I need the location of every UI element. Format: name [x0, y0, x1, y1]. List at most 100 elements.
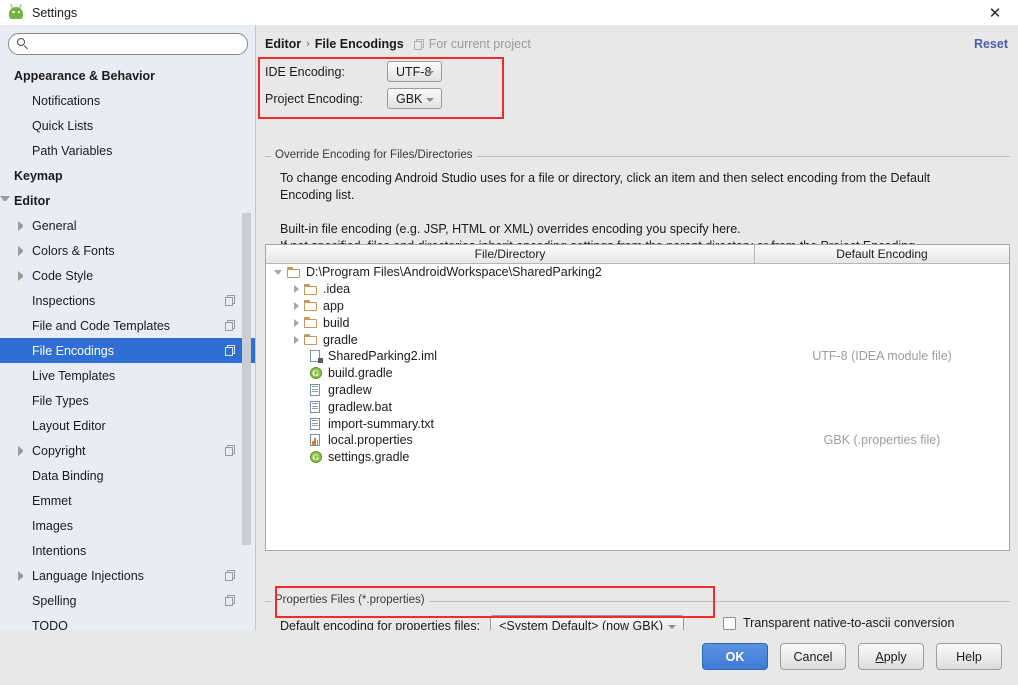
sidebar-item-keymap[interactable]: Keymap — [0, 163, 255, 188]
iml-file-icon — [309, 350, 323, 363]
file-name: settings.gradle — [328, 450, 410, 465]
column-header-file-directory[interactable]: File/Directory — [266, 245, 755, 263]
sidebar-item-file-and-code-templates[interactable]: File and Code Templates — [0, 313, 255, 338]
breadcrumb-parent[interactable]: Editor — [265, 37, 301, 51]
chevron-down-icon[interactable] — [0, 195, 10, 206]
file-encodings-panel: Editor › File Encodings For current proj… — [257, 25, 1018, 636]
table-row[interactable]: gradlew.bat — [266, 398, 1009, 415]
table-row[interactable]: import-summary.txt — [266, 415, 1009, 432]
sidebar-item-colors-fonts[interactable]: Colors & Fonts — [0, 238, 255, 263]
help-button[interactable]: Help — [936, 643, 1002, 670]
ide-encoding-row: IDE Encoding: UTF-8 — [265, 58, 510, 85]
sidebar-item-file-encodings[interactable]: File Encodings — [0, 338, 255, 363]
column-header-default-encoding[interactable]: Default Encoding — [755, 245, 1009, 263]
gradle-file-icon: G — [309, 366, 323, 380]
chevron-right-icon[interactable] — [18, 245, 28, 256]
project-encoding-dropdown[interactable]: GBK — [387, 88, 442, 109]
text-file-icon — [309, 383, 323, 396]
sidebar-item-file-types[interactable]: File Types — [0, 388, 255, 413]
transparent-conversion-checkbox[interactable] — [723, 616, 736, 630]
table-row[interactable]: D:\Program Files\AndroidWorkspace\Shared… — [266, 264, 1009, 281]
folder-icon — [287, 266, 301, 279]
sidebar-item-label: Code Style — [32, 268, 94, 283]
table-row[interactable]: local.properties GBK (.properties file) — [266, 432, 1009, 449]
chevron-right-icon[interactable] — [18, 220, 28, 231]
file-name: app — [323, 298, 344, 313]
sidebar-item-editor[interactable]: Editor — [0, 188, 255, 213]
sidebar-item-label: Data Binding — [32, 468, 104, 483]
chevron-right-icon[interactable] — [18, 570, 28, 581]
settings-sidebar: Appearance & Behavior Notifications Quick … — [0, 25, 256, 630]
folder-icon — [304, 299, 318, 312]
ide-encoding-label: IDE Encoding: — [265, 64, 345, 79]
project-scope-icon — [225, 570, 236, 581]
project-scope-icon — [413, 38, 425, 50]
sidebar-item-label: TODO — [32, 618, 68, 631]
search-input[interactable] — [8, 33, 248, 55]
folder-icon — [304, 316, 318, 329]
sidebar-item-label: File and Code Templates — [32, 318, 171, 333]
chevron-right-icon[interactable] — [294, 335, 299, 344]
table-row[interactable]: gradle — [266, 331, 1009, 348]
ok-button[interactable]: OK — [702, 643, 768, 670]
cancel-button[interactable]: Cancel — [780, 643, 846, 670]
settings-dialog: Settings ✕ Appearance & Behavior Notifica… — [0, 0, 1018, 685]
sidebar-item-language-injections[interactable]: Language Injections — [0, 563, 255, 588]
table-row[interactable]: app — [266, 298, 1009, 315]
encoding-settings: IDE Encoding: UTF-8 Project Encoding: GB… — [265, 58, 510, 113]
close-icon[interactable]: ✕ — [986, 4, 1004, 22]
sidebar-item-path-variables[interactable]: Path Variables — [0, 138, 255, 163]
apply-mnemonic: A — [875, 649, 884, 664]
sidebar-item-inspections[interactable]: Inspections — [0, 288, 255, 313]
table-row[interactable]: Gsettings.gradle — [266, 449, 1009, 466]
sidebar-item-quick-lists[interactable]: Quick Lists — [0, 113, 255, 138]
file-directory-table: File/Directory Default Encoding D:\Progr… — [265, 244, 1010, 551]
file-name: gradle — [323, 332, 358, 347]
sidebar-item-copyright[interactable]: Copyright — [0, 438, 255, 463]
override-group-title: Override Encoding for Files/Directories — [271, 149, 477, 161]
folder-icon — [304, 333, 318, 346]
table-row[interactable]: Gbuild.gradle — [266, 365, 1009, 382]
title-bar: Settings ✕ — [0, 0, 1018, 25]
breadcrumb-separator-icon: › — [306, 38, 310, 50]
sidebar-item-images[interactable]: Images — [0, 513, 255, 538]
chevron-right-icon[interactable] — [294, 318, 299, 327]
text-file-icon — [309, 400, 323, 413]
properties-file-icon — [309, 434, 323, 447]
sidebar-item-general[interactable]: General — [0, 213, 255, 238]
sidebar-item-intentions[interactable]: Intentions — [0, 538, 255, 563]
sidebar-item-layout-editor[interactable]: Layout Editor — [0, 413, 255, 438]
table-row[interactable]: gradlew — [266, 382, 1009, 399]
table-row[interactable]: SharedParking2.iml UTF-8 (IDEA module fil… — [266, 348, 1009, 365]
transparent-conversion-label: Transparent native-to-ascii conversion — [743, 616, 955, 630]
chevron-right-icon[interactable] — [294, 285, 299, 294]
project-scope-label: For current project — [428, 37, 531, 51]
breadcrumb: Editor › File Encodings For current proj… — [265, 37, 531, 51]
override-description: To change encoding Android Studio uses f… — [280, 170, 1005, 255]
ide-encoding-dropdown[interactable]: UTF-8 — [387, 61, 442, 82]
project-scope-icon — [225, 595, 236, 606]
chevron-right-icon[interactable] — [18, 270, 28, 281]
table-header: File/Directory Default Encoding — [266, 245, 1009, 264]
sidebar-item-label: General — [32, 218, 77, 233]
sidebar-item-notifications[interactable]: Notifications — [0, 88, 255, 113]
table-row[interactable]: .idea — [266, 281, 1009, 298]
chevron-right-icon[interactable] — [18, 445, 28, 456]
apply-button[interactable]: Apply — [858, 643, 924, 670]
dialog-footer: OK Cancel Apply Help — [0, 630, 1018, 685]
sidebar-item-spelling[interactable]: Spelling — [0, 588, 255, 613]
chevron-right-icon[interactable] — [294, 301, 299, 310]
sidebar-item-code-style[interactable]: Code Style — [0, 263, 255, 288]
sidebar-scrollbar-thumb[interactable] — [242, 213, 251, 545]
table-row[interactable]: build — [266, 314, 1009, 331]
sidebar-item-todo[interactable]: TODO — [0, 613, 255, 631]
sidebar-item-emmet[interactable]: Emmet — [0, 488, 255, 513]
sidebar-item-live-templates[interactable]: Live Templates — [0, 363, 255, 388]
reset-link[interactable]: Reset — [974, 37, 1008, 51]
sidebar-item-data-binding[interactable]: Data Binding — [0, 463, 255, 488]
sidebar-item-appearance-behavior[interactable]: Appearance & Behavior — [0, 63, 255, 88]
default-encoding-value: GBK (.properties file) — [823, 433, 941, 448]
chevron-down-icon — [668, 625, 677, 629]
chevron-down-icon[interactable] — [274, 269, 282, 275]
project-encoding-label: Project Encoding: — [265, 91, 363, 106]
